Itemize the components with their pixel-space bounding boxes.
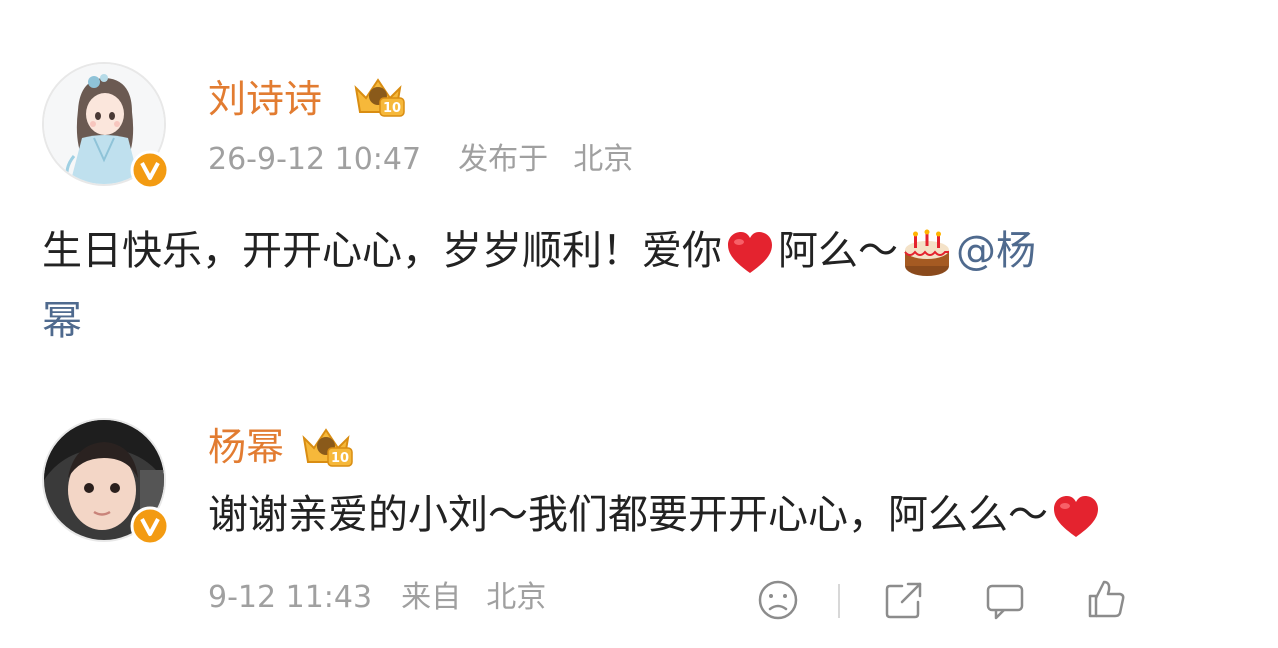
- reply-location-prefix: 来自: [401, 580, 462, 615]
- level-number: 10: [331, 451, 349, 466]
- reply-text-content: 谢谢亲爱的小刘～我们都要开开心心，阿么么～: [208, 492, 1048, 538]
- reply-text: 谢谢亲爱的小刘～我们都要开开心心，阿么么～: [208, 482, 1104, 548]
- reply-avatar[interactable]: [42, 418, 170, 546]
- share-icon[interactable]: [882, 578, 926, 622]
- comment-icon[interactable]: [984, 578, 1028, 622]
- level-crown-icon: 10: [302, 428, 353, 467]
- face-icon[interactable]: [756, 578, 800, 622]
- reply-location: 北京: [486, 580, 547, 615]
- like-icon[interactable]: [1084, 576, 1128, 620]
- reply-timestamp: 9-12 11:43: [208, 580, 373, 615]
- action-divider: [838, 584, 840, 618]
- heart-emoji: [1054, 496, 1098, 537]
- v-verified-icon: [130, 506, 170, 546]
- reply-meta: 9-12 11:43 来自 北京: [208, 580, 546, 616]
- reply-author-name[interactable]: 杨幂: [208, 424, 284, 470]
- reply-comment: 杨幂 10 谢谢亲爱的小刘～我们都要开开心心，阿么么～ 9-12 11:43 来…: [0, 0, 1278, 648]
